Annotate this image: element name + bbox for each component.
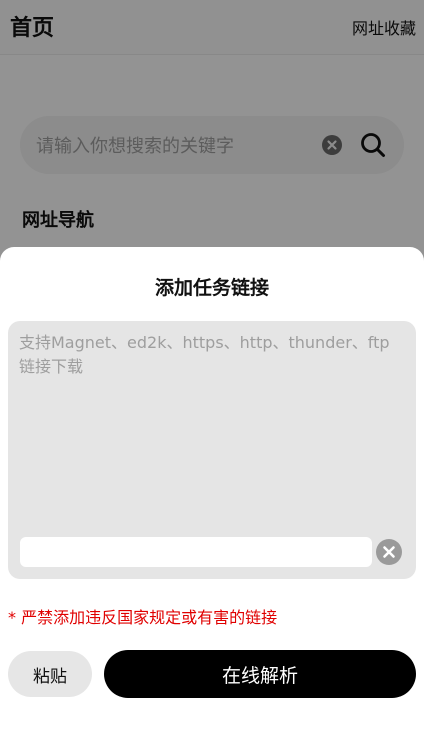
extra-input[interactable] — [20, 537, 372, 567]
link-input-box — [8, 321, 416, 579]
paste-button[interactable]: 粘贴 — [8, 651, 92, 697]
link-textarea[interactable] — [19, 331, 405, 531]
sheet-title: 添加任务链接 — [154, 277, 269, 299]
parse-online-button[interactable]: 在线解析 — [104, 650, 416, 698]
warning-text: * 严禁添加违反国家规定或有害的链接 — [8, 608, 278, 627]
close-circle-icon[interactable] — [376, 539, 402, 565]
add-task-sheet: 添加任务链接 * 严禁添加违反国家规定或有害的链接 粘贴 在线解析 — [0, 247, 424, 730]
